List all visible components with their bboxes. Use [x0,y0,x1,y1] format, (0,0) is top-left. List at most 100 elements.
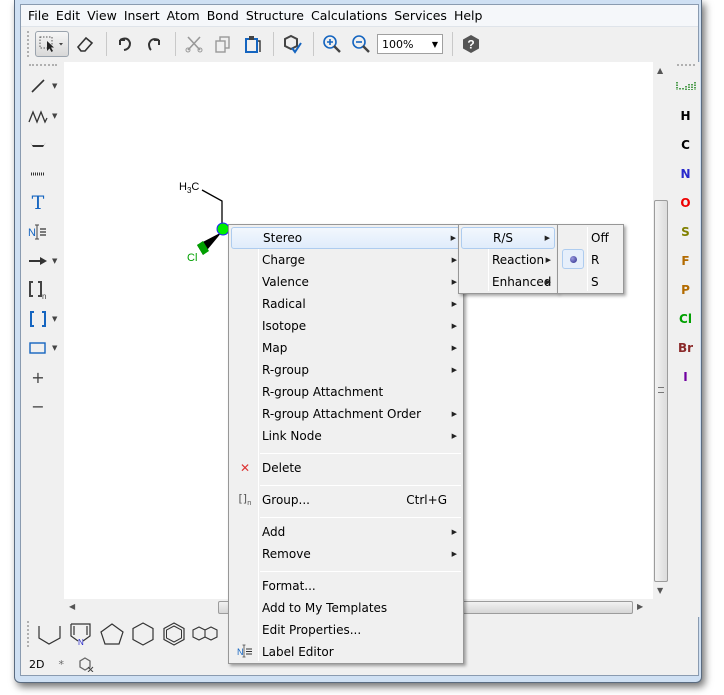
menu-item-delete[interactable]: ✕ Delete [231,457,461,479]
check-structure-button[interactable] [279,31,305,57]
menu-edit[interactable]: Edit [53,6,83,26]
panel-grip[interactable] [677,64,695,66]
scroll-up-arrow[interactable]: ▲ [657,66,663,75]
menu-item-add-to-my-templates[interactable]: Add to My Templates [231,597,461,619]
structure-check-icon [284,34,302,54]
menu-atom[interactable]: Atom [164,6,203,26]
menu-item-stereo[interactable]: Stereo ▶ [231,227,461,249]
ring-bond-tool[interactable] [27,133,63,157]
template-naphthalene[interactable] [190,619,220,649]
menu-item-r-group-attachment[interactable]: R-group Attachment [231,381,461,403]
chlorine-label[interactable]: Cl [187,252,197,264]
menu-item-remove[interactable]: Remove ▶ [231,543,461,565]
paste-button[interactable] [239,31,265,57]
dropdown-arrow-icon[interactable]: ▼ [52,82,57,90]
erase-button[interactable] [72,31,98,57]
text-tool[interactable]: T [27,191,63,215]
submenu-arrow-icon: ▶ [450,234,456,242]
menu-item-map[interactable]: Map ▶ [231,337,461,359]
scroll-left-arrow[interactable]: ◀ [69,602,75,611]
submenu-arrow-icon: ▶ [544,234,550,242]
help-button[interactable]: ? [458,31,484,57]
dropdown-arrow-icon[interactable]: ▼ [52,315,57,323]
menu-item-link-node[interactable]: Link Node ▶ [231,425,461,447]
menu-item-reaction[interactable]: Reaction ▶ [461,249,555,271]
menu-item-rs[interactable]: R/S ▶ [461,227,555,249]
periodic-table-button[interactable] [671,80,700,95]
menu-view[interactable]: View [84,6,120,26]
toolbar-grip[interactable] [27,621,29,647]
element-I[interactable]: I [671,370,700,384]
copy-button[interactable] [210,31,236,57]
menu-item-r[interactable]: R [560,249,621,271]
toolbar-grip[interactable] [27,31,30,57]
toolbar-separator [106,32,107,56]
menu-item-isotope[interactable]: Isotope ▶ [231,315,461,337]
undo-button[interactable] [112,31,138,57]
cut-button[interactable] [181,31,207,57]
element-C[interactable]: C [671,138,700,152]
redo-button[interactable] [141,31,167,57]
tool-icon-wrapper: N [237,644,253,661]
negative-charge-tool[interactable]: − [27,394,63,418]
menu-item-format[interactable]: Format... [231,575,461,597]
template-pyrrole[interactable]: N [66,619,96,649]
structure-clean-icon[interactable] [78,656,94,672]
vertical-scroll-thumb[interactable] [654,200,668,582]
menu-item-radical[interactable]: Radical ▶ [231,293,461,315]
reaction-arrow-tool[interactable]: ▼ [27,249,63,273]
zoom-out-button[interactable] [348,31,374,57]
menu-bond[interactable]: Bond [204,6,242,26]
zoom-in-button[interactable] [319,31,345,57]
vertical-scrollbar[interactable]: ▲ ▼ [653,62,670,599]
zoom-level-select[interactable]: 100% ▼ [377,34,443,54]
rectangle-tool[interactable]: ▼ [27,336,63,360]
element-N[interactable]: N [671,167,700,181]
menu-structure[interactable]: Structure [243,6,307,26]
menu-item-edit-properties[interactable]: Edit Properties... [231,619,461,641]
menu-help[interactable]: Help [451,6,486,26]
scroll-right-arrow[interactable]: ▶ [637,602,643,611]
menu-file[interactable]: File [25,6,52,26]
query-bond-tool[interactable] [27,162,63,186]
element-Br[interactable]: Br [671,341,700,355]
menu-item-off[interactable]: Off [560,227,621,249]
element-P[interactable]: P [671,283,700,297]
menu-item-label: Enhanced [492,275,552,289]
dimension-mode[interactable]: 2D [29,658,44,671]
template-cyclopentane-open[interactable] [35,619,65,649]
label-editor-tool[interactable]: N [27,220,63,244]
menu-item-r-group[interactable]: R-group ▶ [231,359,461,381]
element-H[interactable]: H [671,109,700,123]
menu-item-add[interactable]: Add ▶ [231,521,461,543]
dropdown-arrow-icon[interactable]: ▼ [52,257,57,265]
element-Cl[interactable]: Cl [671,312,700,326]
menu-item-group[interactable]: []n Group... Ctrl+G [231,489,461,511]
menu-item-valence[interactable]: Valence ▶ [231,271,461,293]
element-F[interactable]: F [671,254,700,268]
dropdown-arrow-icon[interactable]: ▼ [52,112,57,120]
positive-charge-tool[interactable]: + [27,365,63,389]
menu-services[interactable]: Services [391,6,450,26]
methyl-label[interactable]: H3C [179,181,199,195]
menu-item-enhanced[interactable]: Enhanced ▶ [461,271,555,293]
menu-calculations[interactable]: Calculations [308,6,390,26]
template-cyclopentane[interactable] [97,619,127,649]
scroll-down-arrow[interactable]: ▼ [657,586,663,595]
menu-item-label-editor[interactable]: N Label Editor [231,641,461,663]
menu-item-s[interactable]: S [560,271,621,293]
dropdown-arrow-icon[interactable]: ▼ [52,344,57,352]
template-cyclohexane[interactable] [128,619,158,649]
brackets-tool[interactable]: ▼ [27,307,63,331]
menu-item-charge[interactable]: Charge ▶ [231,249,461,271]
element-O[interactable]: O [671,196,700,210]
menu-insert[interactable]: Insert [121,6,163,26]
menu-item-r-group-attachment-order[interactable]: R-group Attachment Order ▶ [231,403,461,425]
single-bond-tool[interactable]: ▼ [27,74,63,98]
panel-grip[interactable] [29,64,57,66]
template-benzene[interactable] [159,619,189,649]
chain-tool[interactable]: ▼ [27,104,63,128]
selection-tool-button[interactable] [35,31,69,57]
element-S[interactable]: S [671,225,700,239]
sgroup-tool[interactable]: n [27,278,63,302]
